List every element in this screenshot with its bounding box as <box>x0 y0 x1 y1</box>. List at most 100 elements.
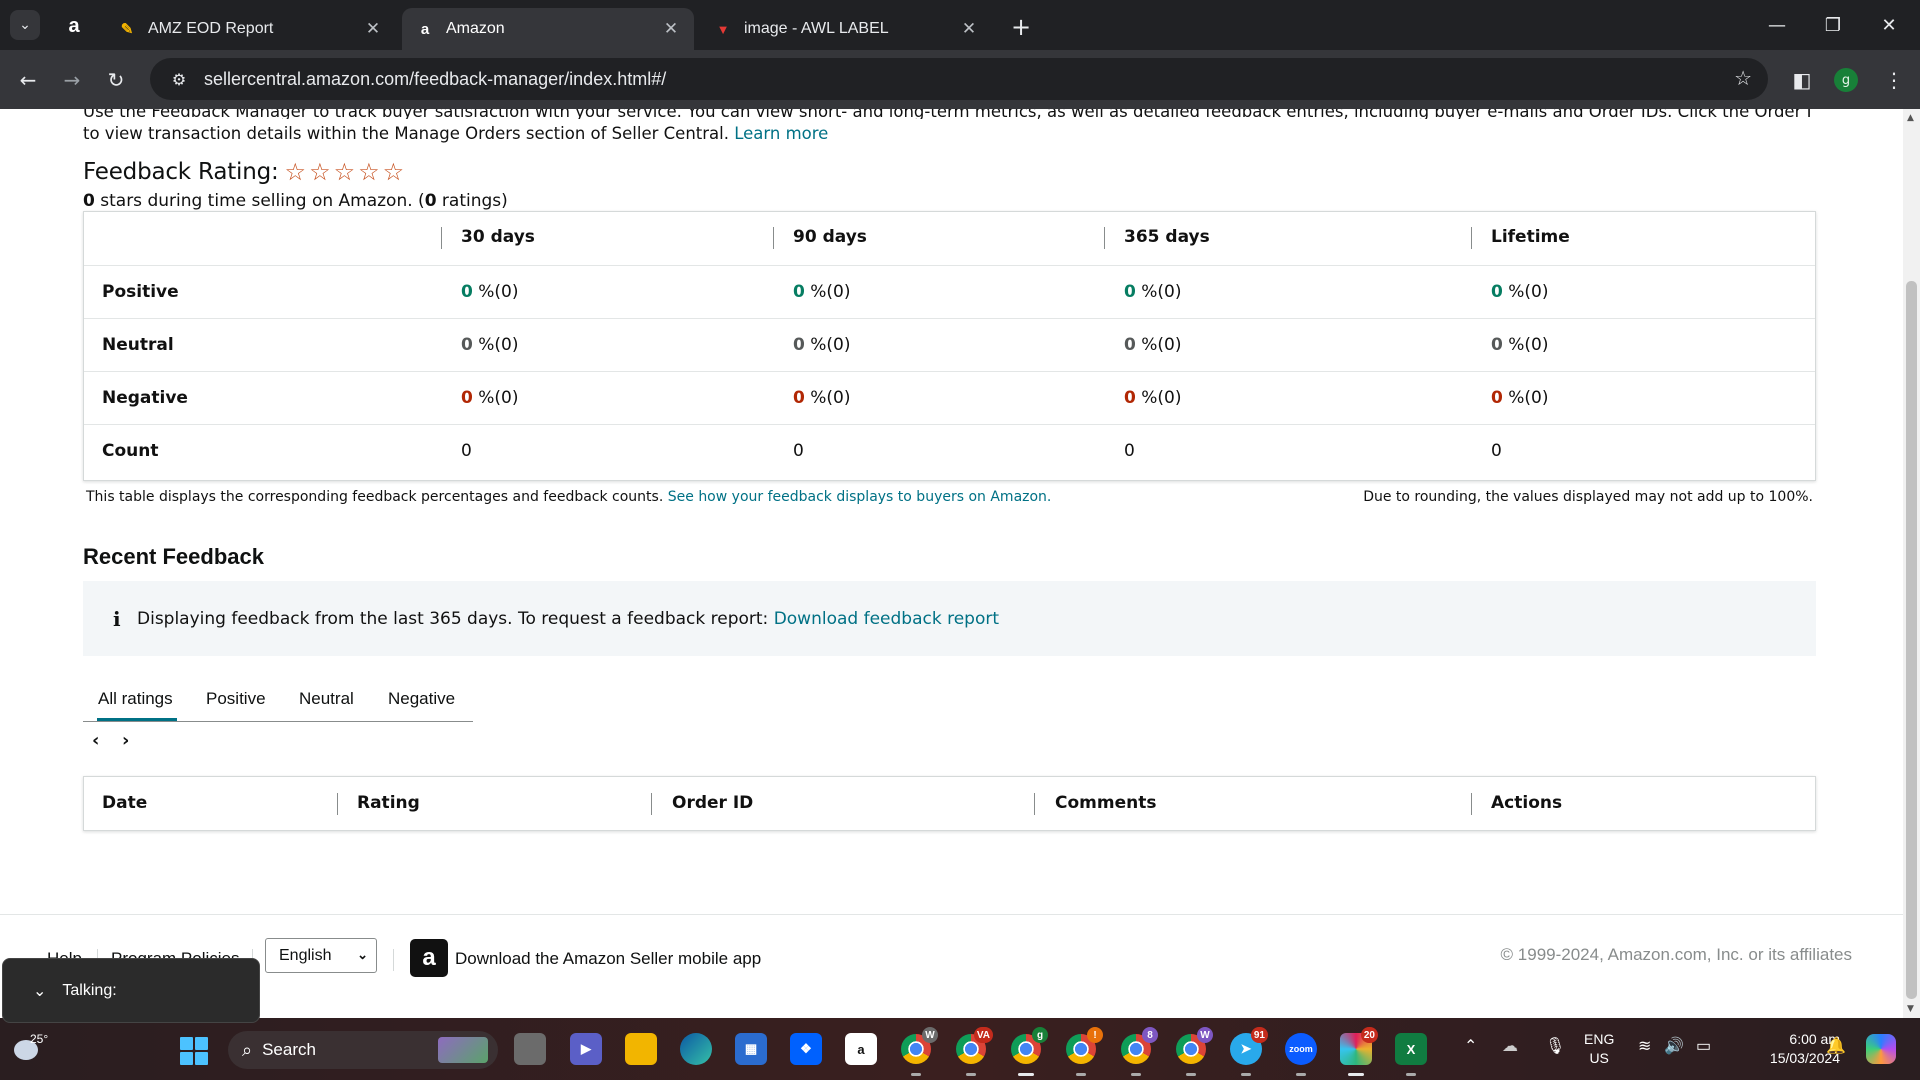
teams-icon[interactable]: ▶ <box>570 1033 602 1065</box>
pinned-tab-amazon[interactable]: a <box>58 12 90 40</box>
download-app-link[interactable]: Download the Amazon Seller mobile app <box>455 949 761 969</box>
rounding-note: Due to rounding, the values displayed ma… <box>1363 489 1813 505</box>
chrome-icon[interactable]: VA <box>955 1027 993 1076</box>
taskbar-search[interactable]: ⌕ Search <box>228 1031 498 1069</box>
ratings-suffix: ratings) <box>436 191 508 211</box>
count-lifetime: 0 <box>1491 441 1502 461</box>
feedback-display-link[interactable]: See how your feedback displays to buyers… <box>668 489 1052 505</box>
column-header-order-id[interactable]: Order ID <box>672 793 753 813</box>
edge-icon[interactable] <box>680 1033 712 1065</box>
negative-90d: 0 %(0) <box>793 388 851 408</box>
tab-all-ratings[interactable]: All ratings <box>98 689 173 709</box>
tab-negative[interactable]: Negative <box>388 689 455 709</box>
star-rating: ☆ ☆ ☆ ☆ ☆ <box>285 160 405 184</box>
task-view-icon[interactable] <box>514 1033 546 1065</box>
scroll-down-icon[interactable]: ▼ <box>1907 1004 1914 1014</box>
url-text: sellercentral.amazon.com/feedback-manage… <box>204 68 667 89</box>
learn-more-link[interactable]: Learn more <box>734 124 828 143</box>
microphone-icon[interactable]: 🎙 <box>1545 1036 1565 1056</box>
bookmark-star-icon[interactable]: ☆ <box>1734 66 1752 90</box>
tab-image-awl-label[interactable]: ▼ image - AWL LABEL ✕ <box>700 8 992 50</box>
restore-button[interactable]: ❐ <box>1810 8 1856 42</box>
tab-title: AMZ EOD Report <box>148 20 274 37</box>
close-window-button[interactable]: ✕ <box>1866 8 1912 42</box>
download-feedback-report-link[interactable]: Download feedback report <box>774 609 999 629</box>
neutral-30d: 0 %(0) <box>461 335 519 355</box>
row-label: Neutral <box>102 335 174 355</box>
wifi-icon[interactable]: ≋ <box>1638 1036 1651 1056</box>
neutral-365d: 0 %(0) <box>1124 335 1182 355</box>
telegram-icon[interactable]: ➤ 91 <box>1230 1027 1268 1076</box>
tab-amazon[interactable]: a Amazon ✕ <box>402 8 694 50</box>
volume-icon[interactable]: 🔊 <box>1664 1036 1684 1056</box>
copilot-icon[interactable] <box>1866 1034 1896 1064</box>
browser-menu-button[interactable]: ⋮ <box>1876 62 1912 98</box>
temperature: 25° <box>30 1032 49 1046</box>
column-header-rating[interactable]: Rating <box>357 793 420 813</box>
store-icon[interactable]: ▦ <box>735 1033 767 1065</box>
pagination-next-icon[interactable]: › <box>122 730 129 751</box>
chrome-icon[interactable]: W <box>1175 1027 1213 1076</box>
feedback-rating-header: Feedback Rating: ☆ ☆ ☆ ☆ ☆ <box>83 159 404 185</box>
column-header: 30 days <box>461 227 535 247</box>
pagination-prev-icon[interactable]: ‹ <box>92 730 99 751</box>
excel-icon[interactable]: X <box>1395 1033 1427 1076</box>
input-language[interactable]: ENG US <box>1584 1030 1614 1068</box>
chrome-icon[interactable]: g <box>1010 1027 1048 1076</box>
amazon-app-icon[interactable]: a <box>410 939 448 977</box>
side-panel-icon: ◧ <box>1792 68 1812 92</box>
page-scrollbar[interactable]: ▲ ▼ <box>1903 109 1920 1018</box>
close-icon[interactable]: ✕ <box>662 19 680 38</box>
talking-panel[interactable]: ⌄ Talking: <box>2 958 260 1023</box>
info-alert: i Displaying feedback from the last 365 … <box>83 581 1816 656</box>
amazon-shortcut-icon[interactable]: a <box>845 1033 877 1065</box>
site-info-icon[interactable]: ⚙ <box>164 70 194 89</box>
forward-button[interactable]: → <box>54 62 90 98</box>
onedrive-icon[interactable]: ☁ <box>1502 1036 1518 1056</box>
chrome-icon[interactable]: 8 <box>1120 1027 1158 1076</box>
zoom-icon[interactable]: zoom <box>1285 1033 1317 1076</box>
tab-title: Amazon <box>446 20 505 37</box>
weather-widget[interactable]: 25° <box>12 1030 52 1068</box>
close-icon[interactable]: ✕ <box>364 19 382 38</box>
talking-label: Talking: <box>62 981 117 999</box>
awl-icon: ▼ <box>716 21 730 37</box>
tab-positive[interactable]: Positive <box>206 689 266 709</box>
positive-lifetime: 0 %(0) <box>1491 282 1549 302</box>
tab-search-button[interactable]: ⌄ <box>10 10 40 40</box>
start-button[interactable] <box>180 1037 208 1065</box>
chrome-icon[interactable]: W <box>900 1027 938 1076</box>
battery-icon[interactable]: ▭ <box>1696 1036 1711 1056</box>
intro-paragraph: Use the Feedback Manager to track buyer … <box>83 109 1813 145</box>
column-header-date[interactable]: Date <box>102 793 147 813</box>
table-row-positive: Positive 0 %(0) 0 %(0) 0 %(0) 0 %(0) <box>84 265 1815 318</box>
profile-avatar[interactable]: g <box>1834 68 1858 92</box>
column-header-comments[interactable]: Comments <box>1055 793 1156 813</box>
browser-toolbar: ← → ↻ ⚙ sellercentral.amazon.com/feedbac… <box>0 50 1920 109</box>
back-button[interactable]: ← <box>10 62 46 98</box>
notification-bell-icon[interactable]: 🔔 <box>1826 1036 1846 1056</box>
slack-icon[interactable]: 20 <box>1340 1027 1378 1076</box>
chevron-down-icon[interactable]: ⌄ <box>33 981 46 1001</box>
tab-neutral[interactable]: Neutral <box>299 689 354 709</box>
table-row-negative: Negative 0 %(0) 0 %(0) 0 %(0) 0 %(0) <box>84 371 1815 424</box>
scroll-up-icon[interactable]: ▲ <box>1907 113 1914 123</box>
tab-amz-eod-report[interactable]: ✎ AMZ EOD Report ✕ <box>104 8 396 50</box>
chevron-up-icon[interactable]: ⌃ <box>1464 1036 1477 1056</box>
new-tab-button[interactable]: + <box>1006 12 1036 42</box>
side-panel-button[interactable]: ◧ <box>1784 62 1820 98</box>
reload-button[interactable]: ↻ <box>98 62 134 98</box>
stars-text: stars during time selling on Amazon. ( <box>94 191 425 211</box>
close-icon[interactable]: ✕ <box>960 19 978 38</box>
scrollbar-thumb[interactable] <box>1906 281 1917 999</box>
minimize-button[interactable]: — <box>1754 8 1800 42</box>
neutral-90d: 0 %(0) <box>793 335 851 355</box>
chrome-icon[interactable]: ! <box>1065 1027 1103 1076</box>
file-explorer-icon[interactable] <box>625 1033 657 1065</box>
restore-icon: ❐ <box>1824 14 1842 36</box>
address-bar[interactable]: ⚙ sellercentral.amazon.com/feedback-mana… <box>150 58 1768 100</box>
dropbox-icon[interactable]: ❖ <box>790 1033 822 1065</box>
language-select[interactable]: English ⌄ <box>265 938 377 973</box>
plus-icon: + <box>1010 13 1032 41</box>
windows-taskbar: 25° ⌕ Search ▶ ▦ ❖ a W VA g ! 8 W ➤ 91 zo… <box>0 1018 1920 1080</box>
